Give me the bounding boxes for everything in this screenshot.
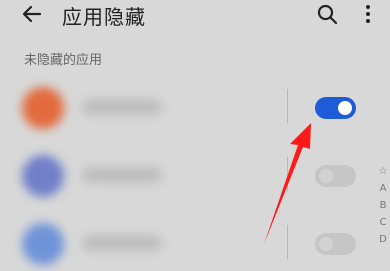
index-letter[interactable]: ☆	[376, 163, 390, 180]
hide-app-toggle[interactable]	[315, 233, 356, 255]
app-row[interactable]	[0, 143, 372, 203]
index-letter[interactable]: B	[376, 197, 390, 214]
index-letter[interactable]: D	[376, 231, 390, 248]
hide-app-toggle[interactable]	[315, 165, 356, 187]
app-icon	[22, 87, 64, 129]
toggle-knob	[319, 169, 333, 183]
toggle-knob	[338, 101, 352, 115]
more-vertical-icon[interactable]	[362, 2, 374, 26]
hide-app-toggle[interactable]	[315, 97, 356, 119]
page-title: 应用隐藏	[62, 5, 146, 29]
search-icon[interactable]	[315, 2, 339, 26]
alphabet-index-bar[interactable]: ☆ A B C D	[376, 163, 390, 248]
row-divider	[287, 157, 288, 191]
app-row[interactable]	[0, 211, 372, 271]
app-icon	[22, 223, 64, 265]
row-divider	[287, 225, 288, 259]
app-name-blurred	[82, 99, 162, 115]
row-divider	[287, 89, 288, 123]
top-bar: 应用隐藏	[0, 0, 390, 32]
app-row[interactable]	[0, 75, 372, 135]
app-name-blurred	[82, 235, 162, 251]
app-name-blurred	[82, 167, 162, 183]
index-letter[interactable]: A	[376, 180, 390, 197]
app-icon	[22, 155, 64, 197]
section-label-unhidden-apps: 未隐藏的应用	[24, 53, 103, 68]
index-letter[interactable]: C	[376, 214, 390, 231]
toggle-knob	[319, 237, 333, 251]
arrow-left-icon[interactable]	[20, 2, 44, 26]
